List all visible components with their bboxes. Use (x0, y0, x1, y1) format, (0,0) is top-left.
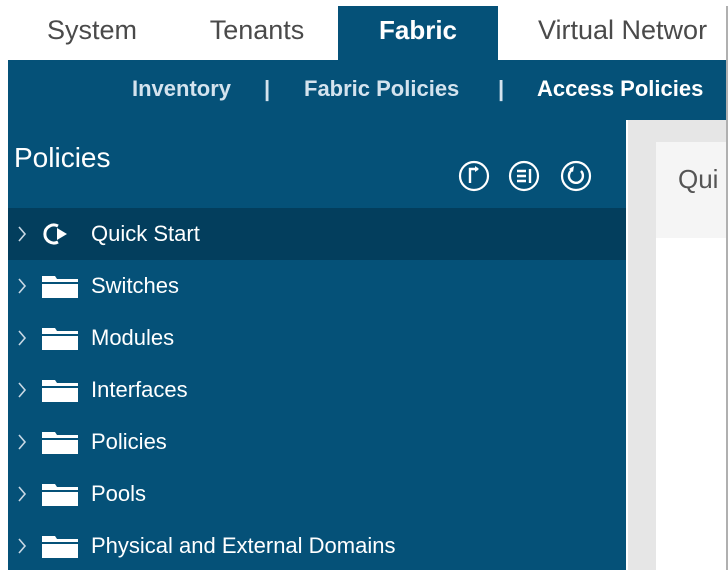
chevron-right-icon[interactable] (17, 381, 27, 399)
collapse-list-icon[interactable] (508, 160, 540, 192)
refresh-icon[interactable] (560, 160, 592, 192)
panel-title: Qui (678, 164, 719, 194)
tab-fabric[interactable]: Fabric (338, 6, 498, 60)
subnav-fabric-policies[interactable]: Fabric Policies (304, 60, 459, 120)
tree-item-label: Physical and External Domains (91, 533, 396, 558)
app-frame: System Tenants Fabric Virtual Networ Inv… (8, 6, 728, 570)
top-tab-bar: System Tenants Fabric Virtual Networ (8, 6, 728, 60)
subnav-access-policies[interactable]: Access Policies (537, 60, 703, 120)
folder-icon (42, 432, 78, 454)
subnav-separator: | (264, 76, 271, 101)
folder-icon (42, 276, 78, 298)
tree-item-interfaces[interactable]: Interfaces (8, 364, 626, 416)
tree-item-pools[interactable]: Pools (8, 468, 626, 520)
tab-virtual-networking[interactable]: Virtual Networ (498, 6, 728, 60)
folder-icon (42, 380, 78, 402)
tree-item-switches[interactable]: Switches (8, 260, 626, 312)
subnav-inventory[interactable]: Inventory (132, 60, 231, 120)
chevron-right-icon[interactable] (17, 225, 27, 243)
tree-item-label: Switches (91, 273, 180, 298)
panel-body (656, 238, 728, 570)
quick-start-panel: Qui (656, 142, 728, 570)
chevron-right-icon[interactable] (17, 485, 27, 503)
tree-item-policies[interactable]: Policies (8, 416, 626, 468)
tab-system[interactable]: System (8, 6, 176, 60)
tree-item-quick-start[interactable]: Quick Start (8, 208, 626, 260)
subnav-separator: | (498, 76, 505, 101)
tree-item-label: Policies (91, 429, 167, 454)
tab-tenants[interactable]: Tenants (176, 6, 338, 60)
sidebar-title: Policies (14, 142, 111, 173)
tree-item-label: Modules (91, 325, 175, 350)
chevron-right-icon[interactable] (17, 433, 27, 451)
policy-tree: Quick Start Switches Modules Interfaces … (8, 208, 626, 570)
folder-icon (42, 328, 78, 350)
tree-item-modules[interactable]: Modules (8, 312, 626, 364)
tree-item-label: Interfaces (91, 377, 188, 402)
chevron-right-icon[interactable] (17, 329, 27, 347)
chevron-right-icon[interactable] (17, 537, 27, 555)
tree-item-physical-external-domains[interactable]: Physical and External Domains (8, 520, 626, 570)
tree-item-label: Pools (91, 481, 147, 506)
policies-sidebar: Policies Quick Start Switches Modules In… (8, 120, 626, 570)
folder-icon (42, 484, 78, 506)
sub-nav-bar: Inventory | Fabric Policies | Access Pol… (8, 60, 728, 120)
tree-filter-icon[interactable] (458, 160, 490, 192)
main-content: Qui (628, 120, 728, 570)
folder-icon (42, 536, 78, 558)
chevron-right-icon[interactable] (17, 277, 27, 295)
tree-item-label: Quick Start (91, 221, 200, 246)
play-icon (43, 223, 67, 245)
